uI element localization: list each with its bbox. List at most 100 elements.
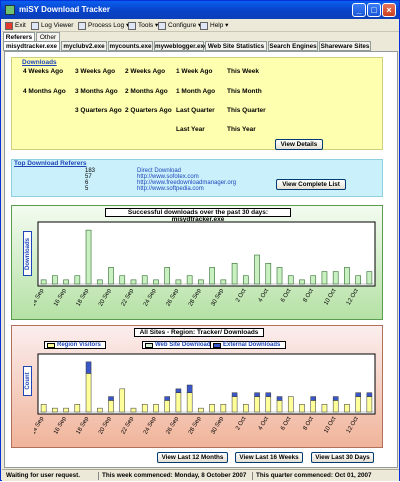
view-details-button[interactable]: View Details xyxy=(275,139,323,150)
cell-this-month: This Month xyxy=(227,88,262,95)
bar-external-26-sep xyxy=(175,388,182,393)
bar-visitors-25-sep xyxy=(164,400,170,413)
bar-28-sep xyxy=(198,279,204,285)
bar-18-sep xyxy=(85,229,92,285)
menu-process-log[interactable]: Process Log ▾ xyxy=(77,21,129,31)
x-tick-label: 4 Oct xyxy=(258,288,271,304)
bar-17-sep xyxy=(74,275,81,285)
x-tick-label: 30 Sep xyxy=(210,415,225,435)
menu-exit[interactable]: Exit xyxy=(4,21,26,31)
bar-visitors-16-sep xyxy=(63,407,69,413)
legend-region-visitors: Region Visitors xyxy=(44,341,106,349)
minimize-button[interactable]: _ xyxy=(352,3,366,17)
maximize-button[interactable]: □ xyxy=(367,3,381,17)
bar-external-20-sep xyxy=(108,396,114,401)
downloads-title: Downloads xyxy=(22,59,57,66)
app-icon xyxy=(5,5,15,15)
cell-4-months-ago: 4 Months Ago xyxy=(23,88,66,95)
legend-external-downloads: External Downloads xyxy=(210,341,286,349)
tab-search-engines[interactable]: Search Engines xyxy=(268,41,318,51)
exit-icon xyxy=(5,22,13,30)
tab-shareware-sites[interactable]: Shareware Sites xyxy=(319,41,371,51)
x-tick-label: 26 Sep xyxy=(165,287,180,307)
downloads-chart-panel: Successful downloads over the past 30 da… xyxy=(11,205,383,320)
menu-log-viewer-label: Log Viewer xyxy=(41,22,74,29)
referer-count: 5 xyxy=(85,186,89,192)
x-tick-label: 30 Sep xyxy=(210,287,225,307)
bar-21-sep xyxy=(119,275,126,285)
bar-25-sep xyxy=(164,267,171,285)
tab-mycounts[interactable]: mycounts.exe xyxy=(108,41,153,51)
bar-27-sep xyxy=(186,275,193,285)
close-button[interactable]: × xyxy=(382,3,396,17)
x-tick-label: 12 Oct xyxy=(346,416,360,435)
legend-web-site-downloads: Web Site Downloads xyxy=(142,341,218,349)
bar-visitors-9-oct xyxy=(321,404,328,413)
x-tick-label: 12 Oct xyxy=(346,288,360,307)
bar-visitors-14-sep xyxy=(40,404,47,413)
legend-swatch-web xyxy=(145,343,153,348)
downloads-panel: Downloads 4 Weeks Ago 3 Weeks Ago 2 Week… xyxy=(11,57,383,150)
bar-visitors-22-sep xyxy=(130,407,137,413)
x-tick-label: 8 Oct xyxy=(303,288,316,304)
cell-3-weeks-ago: 3 Weeks Ago xyxy=(75,68,116,75)
x-tick-label: 20 Sep xyxy=(98,415,113,435)
x-tick-label: 10 Oct xyxy=(323,288,337,307)
menu-tools[interactable]: Tools ▾ xyxy=(127,21,158,31)
configure-icon xyxy=(158,22,166,30)
bar-10-oct xyxy=(332,271,339,285)
tab-myclubv2[interactable]: myclubv2.exe xyxy=(61,41,107,51)
chart1-svg: 14 Sep 16 Sep 18 Sep 20 Sep 22 Sep 24 Sep 26 S… xyxy=(34,221,376,307)
menu-bar: Exit Log Viewer Process Log ▾ Tools ▾ Co… xyxy=(2,19,399,32)
view-complete-list-button[interactable]: View Complete List xyxy=(276,179,346,190)
x-tick-label: 22 Sep xyxy=(121,415,136,435)
menu-help[interactable]: Help ▾ xyxy=(199,21,228,31)
x-tick-label: 6 Oct xyxy=(280,288,293,304)
legend-external-label: External Downloads xyxy=(223,342,281,348)
menu-configure[interactable]: Configure ▾ xyxy=(157,21,201,31)
bar-visitors-26-sep xyxy=(175,392,182,413)
bar-14-sep xyxy=(40,279,47,285)
bar-visitors-1-oct xyxy=(231,396,238,413)
x-tick-label: 10 Oct xyxy=(323,416,337,435)
bar-4-oct xyxy=(265,262,272,285)
cell-last-quarter: Last Quarter xyxy=(176,107,215,114)
app-window: miSY Download Tracker _ □ × Exit Log Vie… xyxy=(0,0,400,481)
bar-visitors-15-sep xyxy=(52,407,58,413)
bar-visitors-6-oct xyxy=(287,396,294,413)
cell-2-weeks-ago: 2 Weeks Ago xyxy=(125,68,166,75)
bar-visitors-10-oct xyxy=(332,400,339,413)
menu-help-label: Help xyxy=(210,22,224,29)
referer-url[interactable]: http://www.softpedia.com xyxy=(137,186,204,192)
legend-swatch-external xyxy=(213,343,221,348)
tab-web-site-statistics[interactable]: Web Site Statistics xyxy=(205,41,267,51)
tab-misydtracker[interactable]: misydtracker.exe xyxy=(3,41,60,51)
view-last-12-months-button[interactable]: View Last 12 Months xyxy=(157,452,228,463)
bar-external-5-oct xyxy=(276,396,283,401)
bar-external-4-oct xyxy=(265,392,272,397)
bar-external-25-sep xyxy=(164,396,170,401)
bar-11-oct xyxy=(344,267,350,285)
menu-tools-label: Tools xyxy=(138,22,154,29)
menu-log-viewer[interactable]: Log Viewer xyxy=(30,21,73,31)
bar-7-oct xyxy=(299,279,305,285)
legend-swatch-visitors xyxy=(47,343,55,348)
view-last-16-weeks-button[interactable]: View Last 16 Weeks xyxy=(235,452,303,463)
bar-visitors-21-sep xyxy=(119,388,126,413)
log-icon xyxy=(31,22,39,30)
tab-myweblogger[interactable]: myweblogger.exe xyxy=(154,41,208,51)
legend-web-label: Web Site Downloads xyxy=(155,342,214,348)
x-tick-label: 14 Sep xyxy=(34,287,46,307)
chart1-ylabel-text: Downloads xyxy=(24,237,31,270)
x-tick-label: 2 Oct xyxy=(235,288,248,304)
bar-6-oct xyxy=(287,275,294,285)
cell-this-quarter: This Quarter xyxy=(227,107,266,114)
bar-24-sep xyxy=(153,279,159,285)
view-last-30-days-button[interactable]: View Last 30 Days xyxy=(311,452,374,463)
referers-title: Top Download Referers xyxy=(14,160,87,167)
bar-external-8-oct xyxy=(310,396,316,401)
bar-16-sep xyxy=(63,279,69,285)
bar-visitors-19-sep xyxy=(97,407,103,413)
x-tick-label: 4 Oct xyxy=(258,416,271,432)
bar-22-sep xyxy=(130,279,137,285)
